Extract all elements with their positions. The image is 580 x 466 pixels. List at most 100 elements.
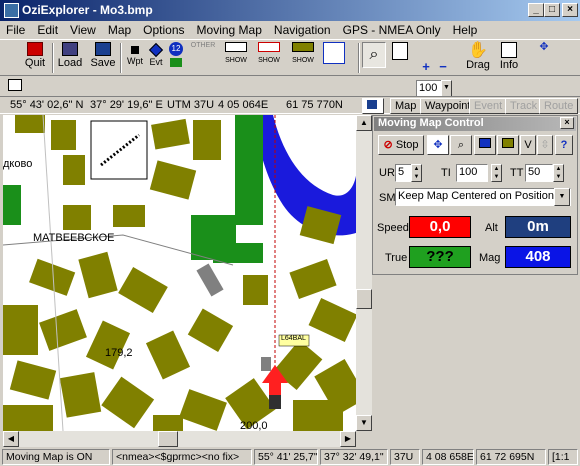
center-button[interactable]: ✥ — [427, 135, 449, 155]
menu-edit[interactable]: Edit — [31, 21, 64, 37]
show3-label: SHOW — [292, 57, 314, 64]
scroll-down-button[interactable]: ▼ — [356, 415, 372, 431]
zoom-tool-button[interactable]: ⌕ — [362, 42, 386, 68]
scroll-left-button[interactable]: ◀ — [3, 431, 19, 447]
ti-input[interactable]: 100 — [456, 164, 488, 182]
horizontal-scrollbar[interactable]: ◀ ▶ — [3, 431, 356, 447]
show2-label: SHOW — [258, 57, 280, 64]
status-easting: 4 08 658E — [422, 449, 474, 465]
horizontal-scroll-thumb[interactable] — [158, 431, 178, 447]
toolbar-separator — [52, 43, 54, 73]
tt-label: TT — [510, 167, 524, 179]
ur-spinner[interactable]: ▲ ▼ — [411, 164, 422, 182]
menu-map[interactable]: Map — [102, 21, 137, 37]
hand-icon: ✋ — [468, 42, 488, 59]
load-label: Load — [57, 57, 83, 69]
help-button[interactable]: ? — [555, 135, 573, 155]
ti-spinner[interactable]: ▲ ▼ — [491, 164, 502, 182]
sm-value: Keep Map Centered on Position — [398, 190, 554, 202]
status-bar: Moving Map is ON <nmea><$gprmc><no fix> … — [0, 448, 580, 466]
window-button[interactable] — [474, 135, 496, 155]
move-icon: ✥ — [433, 139, 443, 151]
other-button[interactable]: OTHER — [188, 42, 218, 49]
print-icon[interactable] — [8, 79, 22, 91]
number-button[interactable]: 12 — [168, 42, 184, 67]
drag-label: Drag — [466, 59, 490, 71]
menu-file[interactable]: File — [0, 21, 31, 37]
cursor-latitude: 55° 43' 02,6" N — [10, 99, 84, 111]
zoom-position-button[interactable]: ⌕ — [450, 135, 472, 155]
maximize-button[interactable]: □ — [544, 3, 560, 17]
show-events-button[interactable]: SHOW — [255, 42, 283, 65]
menu-help[interactable]: Help — [447, 21, 484, 37]
zoom-in-button[interactable]: + — [420, 59, 432, 74]
waypoint-button[interactable]: Waypoint — [420, 98, 476, 114]
speed-value: 0,0 — [409, 216, 471, 238]
scroll-right-button[interactable]: ▶ — [340, 431, 356, 447]
utm-northing: 61 75 770N — [286, 99, 343, 111]
event-button[interactable]: Evt — [147, 42, 165, 68]
ti-label: TI — [441, 167, 451, 179]
menu-moving-map[interactable]: Moving Map — [191, 21, 268, 37]
panel-title: Moving Map Control — [374, 117, 576, 131]
panel-close-button[interactable]: × — [560, 117, 574, 129]
save-button[interactable]: Save — [89, 42, 117, 69]
show-waypoints-button[interactable]: SHOW — [222, 42, 250, 65]
waypoint-icon — [131, 46, 139, 54]
map-label-elevation-1: 179,2 — [105, 347, 133, 359]
route-button[interactable]: Route — [539, 98, 579, 114]
event-button[interactable]: Event — [469, 98, 508, 114]
sm-dropdown-arrow[interactable]: ▼ — [554, 188, 570, 206]
stop-button[interactable]: ⊘ Stop — [378, 135, 424, 155]
map-icon — [502, 138, 514, 148]
app-icon — [4, 3, 19, 18]
evt-label: Evt — [149, 57, 163, 67]
show-routes-button[interactable]: SHOW — [289, 42, 317, 65]
menu-bar: File Edit View Map Options Moving Map Navigati… — [0, 21, 580, 39]
drag-button[interactable]: ✋ Drag — [465, 42, 491, 71]
window-icon — [392, 42, 408, 60]
map-label-waypoint: L64BAL — [281, 335, 306, 342]
show1-label: SHOW — [225, 57, 247, 64]
load-button[interactable]: Load — [56, 42, 84, 69]
green-square-icon — [170, 58, 182, 67]
main-toolbar: Quit Load Save Wpt Evt 12 OTHER SHOW SHO… — [0, 39, 580, 97]
number-icon: 12 — [169, 42, 183, 56]
sm-select[interactable]: Keep Map Centered on Position — [395, 188, 571, 206]
mag-label: Mag — [479, 252, 501, 264]
track-button[interactable]: Track — [505, 98, 543, 114]
vertical-scroll-thumb[interactable] — [356, 289, 372, 309]
tt-spinner[interactable]: ▲ ▼ — [553, 164, 564, 182]
disabled-button[interactable]: ⇳ — [537, 135, 553, 155]
vertical-scrollbar[interactable]: ▲ ▼ — [356, 115, 372, 431]
tracks-button[interactable] — [320, 42, 348, 65]
status-zone: 37U — [390, 449, 420, 465]
other-label: OTHER — [190, 42, 216, 49]
menu-view[interactable]: View — [64, 21, 102, 37]
scroll-up-button[interactable]: ▲ — [356, 115, 372, 131]
map-button[interactable]: Map — [390, 98, 422, 114]
zoom-out-button[interactable]: − — [437, 59, 449, 74]
v-button[interactable]: V — [520, 135, 536, 155]
menu-navigation[interactable]: Navigation — [268, 21, 337, 37]
disk-icon — [95, 42, 111, 56]
pan-arrows-button[interactable]: ✥ — [528, 42, 560, 53]
window-tool-button[interactable] — [390, 42, 410, 61]
alt-value: 0m — [505, 216, 571, 238]
status-nmea: <nmea><$gprmc><no fix> — [112, 449, 252, 465]
save-dropdown-button[interactable] — [362, 98, 384, 114]
info-button[interactable]: Info — [497, 42, 521, 71]
status-latitude: 55° 41' 25,7" N — [254, 449, 318, 465]
quit-icon — [27, 42, 43, 56]
map-find-button[interactable] — [497, 135, 519, 155]
menu-gps[interactable]: GPS - NMEA Only — [337, 21, 447, 37]
pan-arrows-icon: ✥ — [539, 41, 549, 53]
quit-button[interactable]: Quit — [22, 42, 48, 69]
toolbar-separator — [120, 43, 122, 73]
tt-input[interactable]: 50 — [525, 164, 553, 182]
map-canvas[interactable]: дково МАТВЕЕВСКОЕ 179,2 200,0 L64BAL — [3, 115, 369, 431]
menu-options[interactable]: Options — [137, 21, 190, 37]
close-button[interactable]: × — [562, 3, 578, 17]
minimize-button[interactable]: _ — [528, 3, 544, 17]
waypoint-button[interactable]: Wpt — [125, 42, 145, 67]
